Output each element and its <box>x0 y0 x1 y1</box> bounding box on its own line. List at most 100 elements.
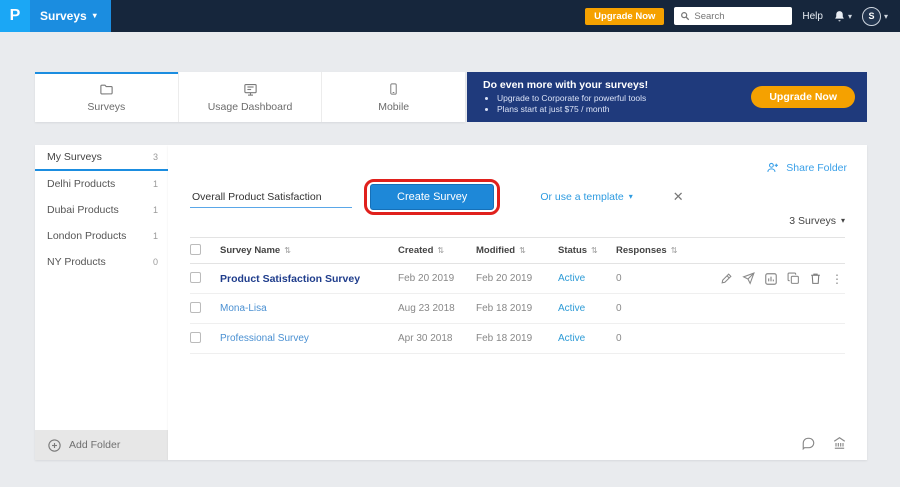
responses-count: 0 <box>616 303 622 314</box>
dashboard-icon <box>242 82 259 97</box>
created-cell: Apr 30 2018 <box>398 324 476 354</box>
app-logo: P <box>0 0 30 32</box>
mobile-icon <box>387 81 400 97</box>
folder-label: NY Products <box>47 256 106 268</box>
promo-bullet: Upgrade to Corporate for powerful tools <box>497 93 648 104</box>
chevron-down-icon: ▾ <box>93 12 97 20</box>
folder-count: 1 <box>153 179 158 189</box>
edit-pencil-icon[interactable] <box>720 272 733 285</box>
responses-count: 0 <box>616 333 622 344</box>
modified-cell: Feb 20 2019 <box>476 264 558 294</box>
header-created[interactable]: Created⇅ <box>398 238 476 264</box>
copy-icon[interactable] <box>787 272 800 285</box>
create-survey-row: Create Survey Or use a template ▾ ✕ <box>190 183 845 211</box>
archive-bank-icon[interactable] <box>832 436 847 450</box>
trash-icon[interactable] <box>809 272 822 285</box>
account-menu[interactable]: S ▾ <box>862 7 888 26</box>
surveys-table: Survey Name⇅ Created⇅ Modified⇅ Status⇅ … <box>190 237 845 354</box>
search-input[interactable] <box>694 11 784 22</box>
header-survey-name[interactable]: Survey Name⇅ <box>220 238 398 264</box>
send-paper-plane-icon[interactable] <box>742 272 755 285</box>
search-box[interactable] <box>674 7 792 25</box>
add-folder-button[interactable]: Add Folder <box>35 430 168 460</box>
main-tabs: Surveys Usage Dashboard Mobile <box>35 72 465 122</box>
header-status[interactable]: Status⇅ <box>558 238 616 264</box>
modified-cell: Feb 18 2019 <box>476 294 558 324</box>
promo-bullets: Upgrade to Corporate for powerful tools … <box>497 93 648 115</box>
tab-label: Surveys <box>87 101 125 113</box>
promo-banner: Do even more with your surveys! Upgrade … <box>467 72 867 122</box>
folders-sidebar: My Surveys 3 Delhi Products 1 Dubai Prod… <box>35 145 168 460</box>
feedback-bubble-icon[interactable] <box>801 436 816 450</box>
table-row: Product Satisfaction Survey Feb 20 2019 … <box>190 264 845 294</box>
panel-footer-tools <box>801 436 847 450</box>
header-modified[interactable]: Modified⇅ <box>476 238 558 264</box>
tab-label: Usage Dashboard <box>208 101 293 113</box>
more-options-icon[interactable]: ⋮ <box>831 272 843 286</box>
row-checkbox[interactable] <box>190 272 201 283</box>
help-link[interactable]: Help <box>802 11 823 22</box>
sidebar-item-delhi-products[interactable]: Delhi Products 1 <box>35 171 168 197</box>
folder-label: Dubai Products <box>47 204 119 216</box>
row-checkbox[interactable] <box>190 302 201 313</box>
table-row: Mona-Lisa Aug 23 2018 Feb 18 2019 Active… <box>190 294 845 324</box>
chevron-down-icon: ▾ <box>629 193 633 201</box>
create-survey-button[interactable]: Create Survey <box>370 184 494 210</box>
promo-title: Do even more with your surveys! <box>483 79 648 91</box>
tab-usage-dashboard[interactable]: Usage Dashboard <box>179 72 323 122</box>
sort-icon: ⇅ <box>437 246 444 255</box>
folder-label: My Surveys <box>47 151 102 163</box>
row-actions: ⋮ <box>686 272 845 286</box>
sort-icon: ⇅ <box>591 246 598 255</box>
folder-icon <box>98 82 115 97</box>
sidebar-item-london-products[interactable]: London Products 1 <box>35 223 168 249</box>
created-cell: Feb 20 2019 <box>398 264 476 294</box>
chevron-down-icon: ▾ <box>884 12 888 21</box>
header-responses[interactable]: Responses⇅ <box>616 238 686 264</box>
folder-count: 1 <box>153 231 158 241</box>
status-badge: Active <box>558 303 585 314</box>
surveys-count-dropdown[interactable]: 3 Surveys ▾ <box>789 215 845 227</box>
sort-icon: ⇅ <box>519 246 526 255</box>
survey-name-link[interactable]: Professional Survey <box>220 333 309 344</box>
sort-icon: ⇅ <box>671 246 678 255</box>
sidebar-item-my-surveys[interactable]: My Surveys 3 <box>35 145 168 171</box>
chevron-down-icon: ▾ <box>848 12 852 21</box>
folder-count: 0 <box>153 257 158 267</box>
share-person-icon <box>765 161 780 174</box>
table-row: Professional Survey Apr 30 2018 Feb 18 2… <box>190 324 845 354</box>
app-menu-surveys[interactable]: Surveys ▾ <box>30 0 111 32</box>
tab-surveys[interactable]: Surveys <box>35 72 179 122</box>
surveys-panel: Share Folder Create Survey Or use a temp… <box>168 145 867 460</box>
use-template-label: Or use a template <box>540 191 623 203</box>
use-template-link[interactable]: Or use a template ▾ <box>540 191 632 203</box>
new-survey-name-input[interactable] <box>190 187 352 208</box>
sidebar-item-dubai-products[interactable]: Dubai Products 1 <box>35 197 168 223</box>
app-menu-label: Surveys <box>40 9 87 23</box>
promo-bullet: Plans start at just $75 / month <box>497 104 648 115</box>
avatar: S <box>862 7 881 26</box>
report-chart-icon[interactable] <box>764 272 778 286</box>
folder-count: 1 <box>153 205 158 215</box>
share-folder-label: Share Folder <box>786 162 847 174</box>
survey-name-link[interactable]: Product Satisfaction Survey <box>220 273 360 285</box>
folder-label: Delhi Products <box>47 178 115 190</box>
upgrade-now-button[interactable]: Upgrade Now <box>585 8 664 25</box>
row-checkbox[interactable] <box>190 332 201 343</box>
notifications-menu[interactable]: ▾ <box>833 10 852 23</box>
survey-name-link[interactable]: Mona-Lisa <box>220 303 267 314</box>
share-folder-button[interactable]: Share Folder <box>765 161 847 174</box>
plus-circle-icon <box>47 438 62 453</box>
select-all-checkbox[interactable] <box>190 244 201 255</box>
promo-upgrade-button[interactable]: Upgrade Now <box>751 86 855 108</box>
sidebar-item-ny-products[interactable]: NY Products 0 <box>35 249 168 275</box>
modified-cell: Feb 18 2019 <box>476 324 558 354</box>
table-header-row: Survey Name⇅ Created⇅ Modified⇅ Status⇅ … <box>190 238 845 264</box>
search-icon <box>680 11 690 21</box>
status-badge: Active <box>558 333 585 344</box>
folder-count: 3 <box>153 152 158 162</box>
add-folder-label: Add Folder <box>69 439 120 451</box>
tab-mobile[interactable]: Mobile <box>322 72 465 122</box>
bell-icon <box>833 10 846 23</box>
close-icon[interactable]: ✕ <box>673 189 684 205</box>
